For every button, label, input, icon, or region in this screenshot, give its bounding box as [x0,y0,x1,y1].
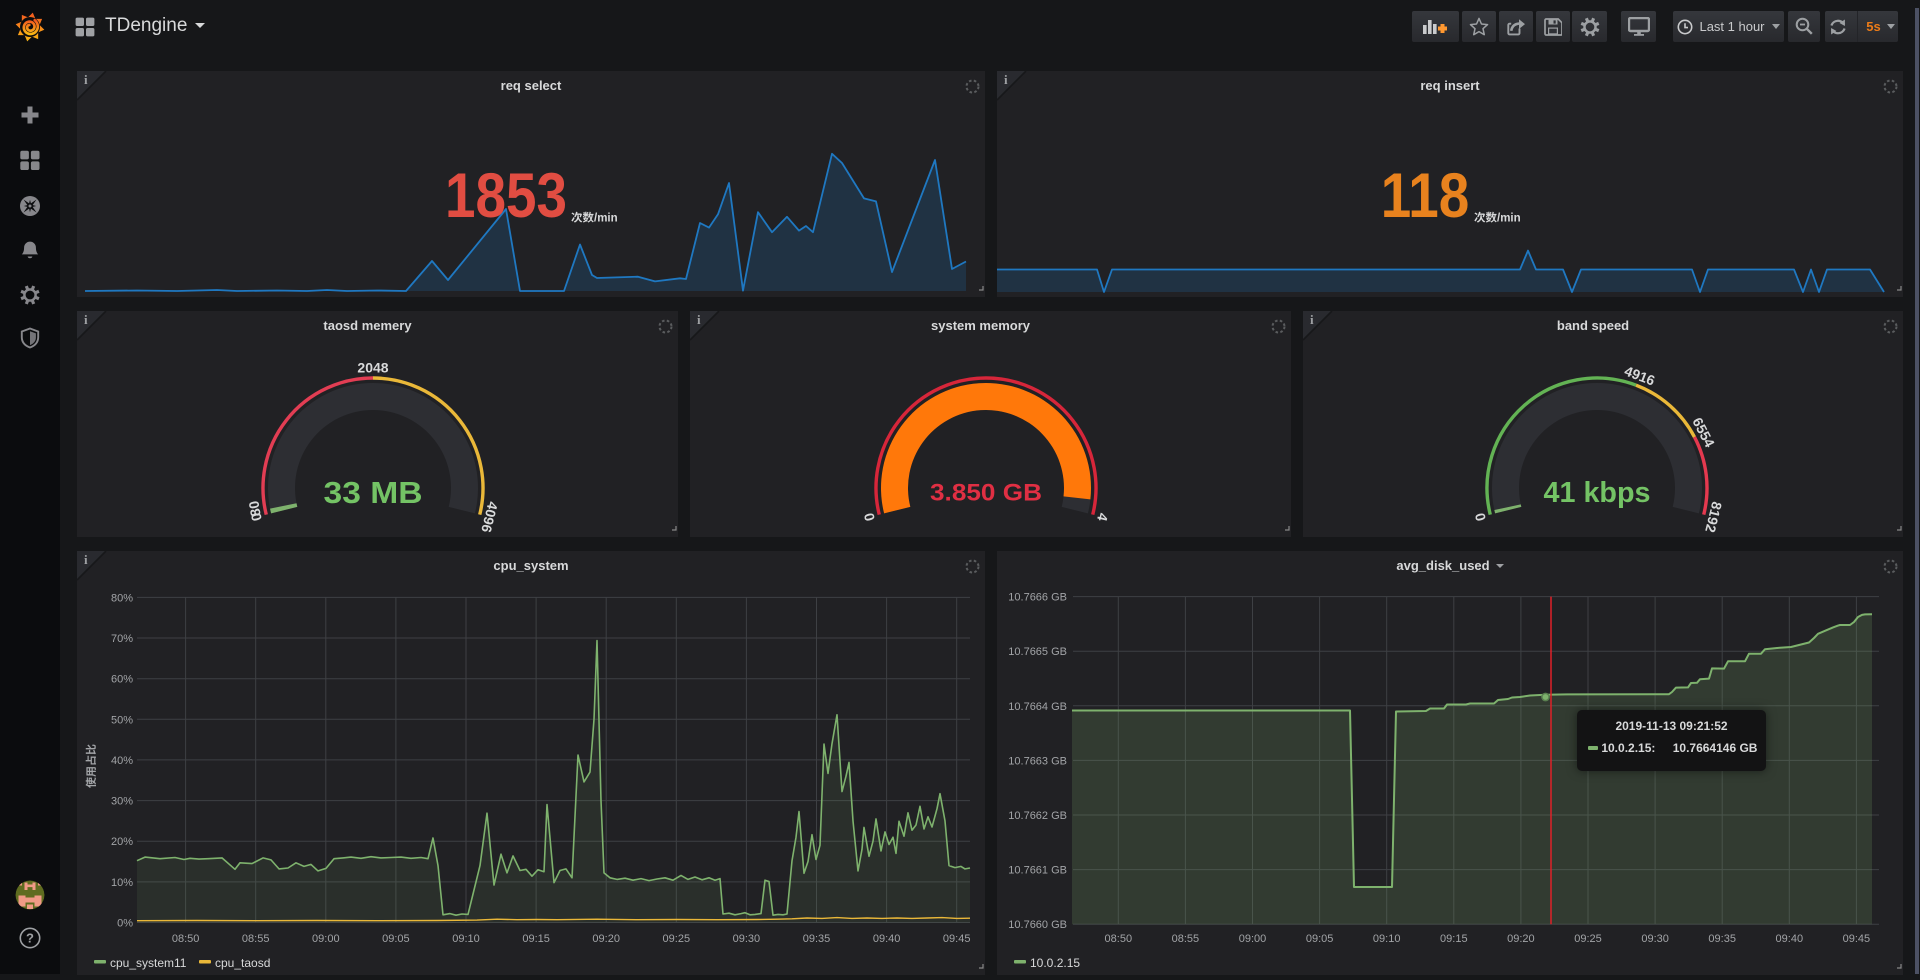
svg-text:cpu_taosd: cpu_taosd [215,956,270,970]
svg-text:0%: 0% [117,918,133,930]
svg-text:10.7664 GB: 10.7664 GB [1008,701,1067,713]
svg-text:09:45: 09:45 [943,933,971,945]
svg-text:10.7661 GB: 10.7661 GB [1008,865,1067,877]
svg-text:60%: 60% [111,674,133,686]
svg-text:?: ? [26,931,34,946]
svg-text:09:10: 09:10 [1373,933,1401,945]
svg-text:09:20: 09:20 [592,933,620,945]
svg-text:09:45: 09:45 [1843,933,1871,945]
svg-text:09:30: 09:30 [1641,933,1669,945]
svg-text:/min: /min [1497,212,1521,224]
svg-text:50%: 50% [111,714,133,726]
svg-text:09:10: 09:10 [452,933,480,945]
svg-text:09:30: 09:30 [733,933,761,945]
svg-text:41 kbps: 41 kbps [1544,477,1651,509]
svg-text:09:20: 09:20 [1507,933,1535,945]
svg-text:09:25: 09:25 [663,933,691,945]
svg-text:33 MB: 33 MB [324,476,423,510]
svg-text:08:55: 08:55 [1172,933,1200,945]
svg-text:2048: 2048 [357,360,388,376]
svg-text:10.7660 GB: 10.7660 GB [1008,919,1067,931]
svg-text:30%: 30% [111,796,133,808]
svg-text:08:50: 08:50 [1105,933,1133,945]
svg-text:09:15: 09:15 [522,933,550,945]
svg-text:80: 80 [245,499,263,517]
svg-text:0: 0 [1471,511,1488,523]
svg-text:09:40: 09:40 [873,933,901,945]
svg-text:4916: 4916 [1622,363,1657,389]
svg-text:10.7666 GB: 10.7666 GB [1008,592,1067,604]
svg-text:/min: /min [594,212,618,224]
svg-text:0: 0 [860,511,877,523]
svg-text:cpu_system11: cpu_system11 [110,956,187,970]
svg-text:09:40: 09:40 [1776,933,1804,945]
svg-text:09:25: 09:25 [1574,933,1602,945]
svg-text:09:05: 09:05 [382,933,410,945]
svg-text:09:15: 09:15 [1440,933,1468,945]
svg-text:09:00: 09:00 [312,933,340,945]
svg-text:3.850 GB: 3.850 GB [930,480,1042,507]
svg-text:70%: 70% [111,633,133,645]
svg-text:08:55: 08:55 [242,933,270,945]
svg-text:4: 4 [1094,511,1111,523]
svg-text:20%: 20% [111,836,133,848]
svg-text:10.7665 GB: 10.7665 GB [1008,646,1067,658]
svg-text:08:50: 08:50 [172,933,200,945]
svg-text:10%: 10% [111,877,133,889]
svg-text:40%: 40% [111,755,133,767]
svg-text:10.0.2.15: 10.0.2.15 [1030,956,1080,970]
svg-text:80%: 80% [111,592,133,604]
svg-text:09:05: 09:05 [1306,933,1334,945]
svg-text:10.7662 GB: 10.7662 GB [1008,810,1067,822]
svg-text:09:35: 09:35 [803,933,831,945]
svg-text:09:35: 09:35 [1708,933,1736,945]
svg-text:10.7663 GB: 10.7663 GB [1008,755,1067,767]
svg-text:09:00: 09:00 [1239,933,1267,945]
